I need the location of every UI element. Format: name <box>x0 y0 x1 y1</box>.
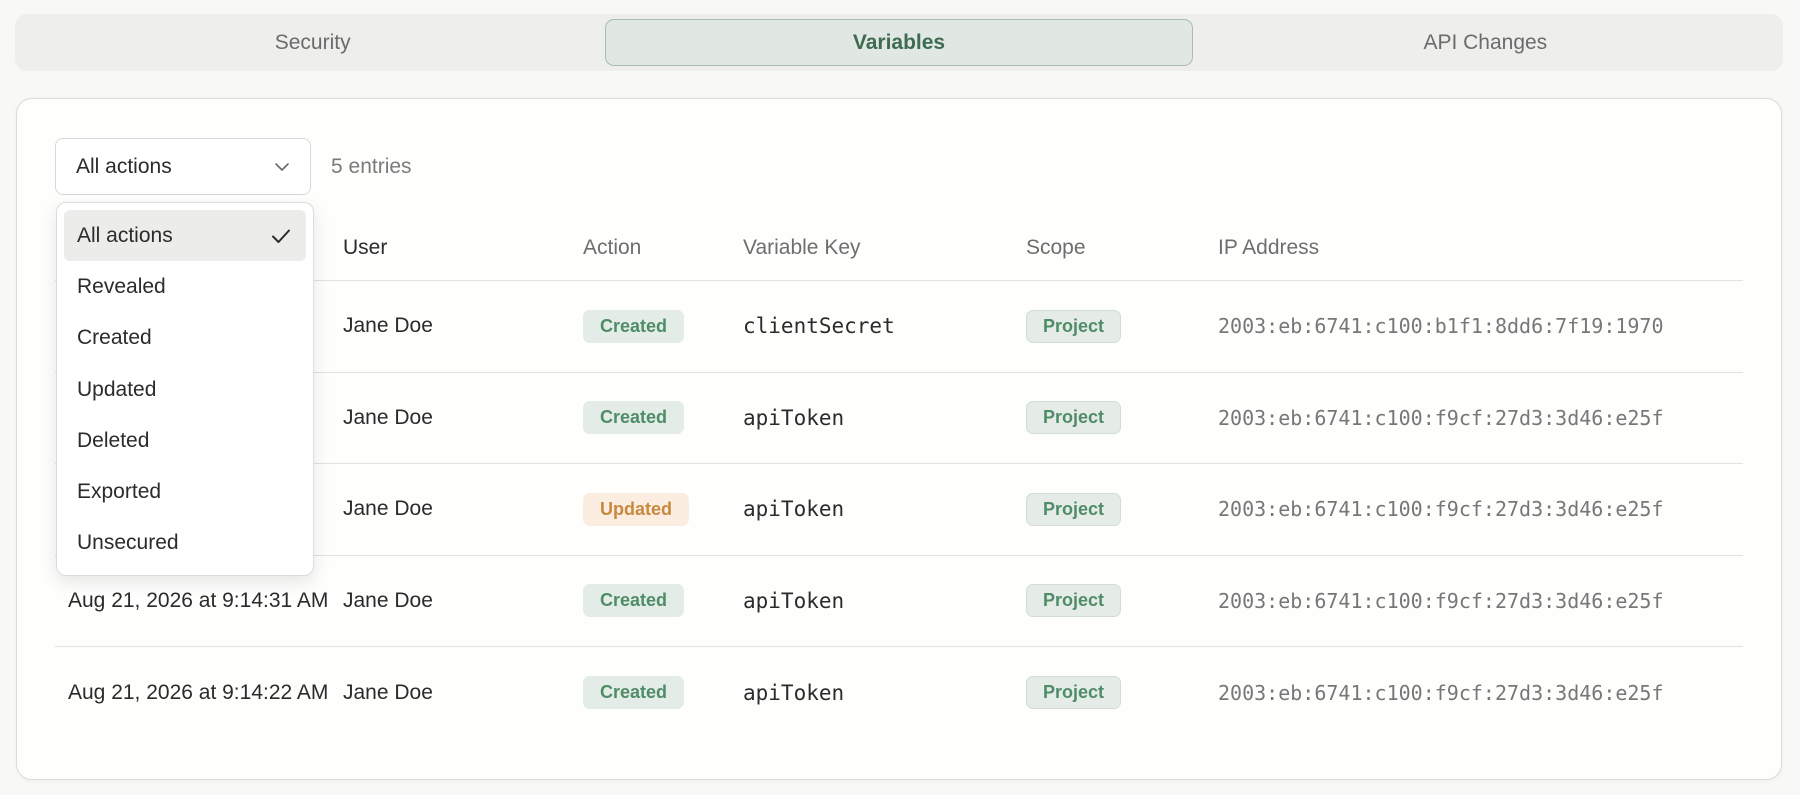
row-user: Jane Doe <box>343 588 433 612</box>
row-user: Jane Doe <box>343 314 433 338</box>
menu-item-label: Created <box>77 326 152 350</box>
row-user: Jane Doe <box>343 497 433 521</box>
scope-badge: Project <box>1026 492 1122 526</box>
action-badge: Created <box>583 309 685 343</box>
menu-item-label: Updated <box>77 377 157 401</box>
table-row[interactable]: Aug 21, 2026 at 9:14:22 AM Jane Doe Crea… <box>55 647 1743 739</box>
menu-item-label: Exported <box>77 480 162 504</box>
row-ip-address: 2003:eb:6741:c100:f9cf:27d3:3d46:e25f <box>1218 405 1664 430</box>
row-user: Jane Doe <box>343 405 433 429</box>
row-ip-address: 2003:eb:6741:c100:f9cf:27d3:3d46:e25f <box>1218 680 1664 705</box>
tab-bar: Security Variables API Changes <box>15 14 1783 71</box>
header-scope: Scope <box>1026 235 1086 259</box>
menu-item-label: Revealed <box>77 274 166 298</box>
action-badge: Created <box>583 401 685 435</box>
action-badge: Created <box>583 584 685 618</box>
tab-security[interactable]: Security <box>20 19 605 66</box>
row-date: Aug 21, 2026 at 9:14:22 AM <box>68 680 329 704</box>
row-variable-key: apiToken <box>743 588 845 613</box>
scope-badge: Project <box>1026 584 1122 618</box>
row-variable-key: apiToken <box>743 497 845 522</box>
menu-item-revealed[interactable]: Revealed <box>64 261 306 312</box>
menu-item-all-actions[interactable]: All actions <box>64 210 306 262</box>
row-ip-address: 2003:eb:6741:c100:b1f1:8dd6:7f19:1970 <box>1218 314 1664 339</box>
action-filter-menu: All actions Revealed Created Updated Del… <box>56 202 314 576</box>
row-variable-key: apiToken <box>743 680 845 705</box>
action-filter-value: All actions <box>76 154 172 178</box>
action-badge: Updated <box>583 492 689 526</box>
row-ip-address: 2003:eb:6741:c100:f9cf:27d3:3d46:e25f <box>1218 588 1664 613</box>
row-user: Jane Doe <box>343 680 433 704</box>
header-variable-key: Variable Key <box>743 235 861 259</box>
menu-item-unsecured[interactable]: Unsecured <box>64 518 306 569</box>
tab-variables[interactable]: Variables <box>605 19 1193 66</box>
header-ip-address: IP Address <box>1218 235 1320 259</box>
scope-badge: Project <box>1026 401 1122 435</box>
row-variable-key: clientSecret <box>743 314 895 339</box>
scope-badge: Project <box>1026 676 1122 710</box>
menu-item-created[interactable]: Created <box>64 313 306 364</box>
action-filter-select[interactable]: All actions <box>55 138 311 195</box>
row-variable-key: apiToken <box>743 405 845 430</box>
menu-item-label: Unsecured <box>77 531 179 555</box>
row-ip-address: 2003:eb:6741:c100:f9cf:27d3:3d46:e25f <box>1218 497 1664 522</box>
header-action: Action <box>583 235 642 259</box>
menu-item-deleted[interactable]: Deleted <box>64 415 306 466</box>
menu-item-updated[interactable]: Updated <box>64 364 306 415</box>
header-user: User <box>343 235 388 259</box>
scope-badge: Project <box>1026 309 1122 343</box>
entries-count: 5 entries <box>331 155 412 178</box>
check-icon <box>272 229 290 243</box>
action-badge: Created <box>583 676 685 710</box>
row-date: Aug 21, 2026 at 9:14:31 AM <box>68 588 329 612</box>
menu-item-label: Deleted <box>77 428 150 452</box>
menu-item-exported[interactable]: Exported <box>64 466 306 517</box>
chevron-down-icon <box>275 162 289 171</box>
tab-api-changes[interactable]: API Changes <box>1193 19 1778 66</box>
menu-item-label: All actions <box>77 223 173 247</box>
